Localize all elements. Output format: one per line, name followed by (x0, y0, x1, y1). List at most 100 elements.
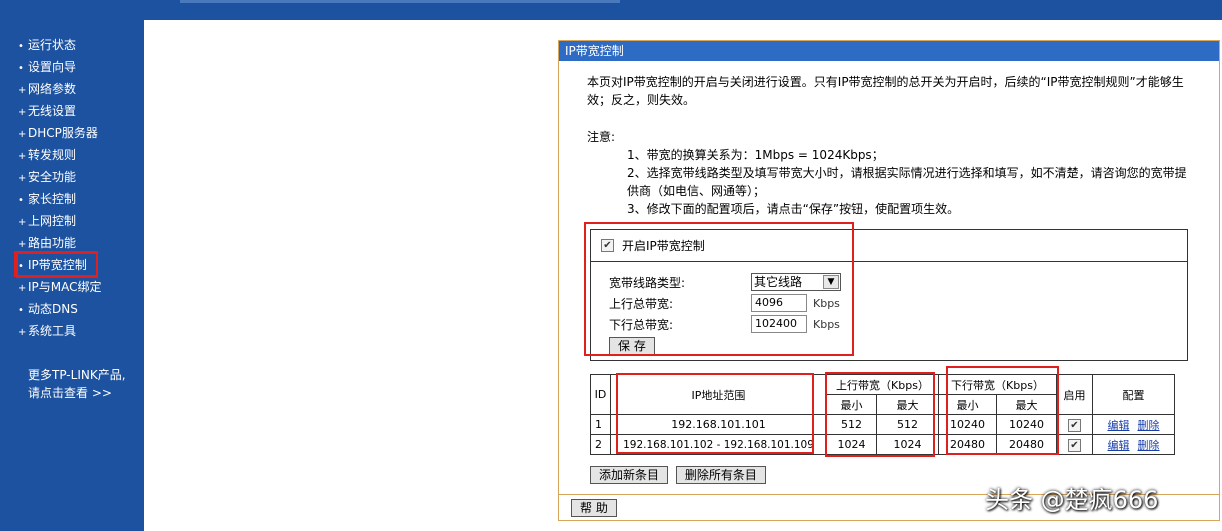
table-row: 2 192.168.101.102 - 192.168.101.109 1024… (590, 434, 1175, 455)
sidebar-item-label: 家长控制 (28, 192, 77, 206)
sidebar-item-forwarding[interactable]: + 转发规则 (18, 144, 102, 166)
up-bandwidth-label: 上行总带宽: (609, 296, 674, 311)
delete-link[interactable]: 删除 (1138, 419, 1160, 432)
expand-icon: + (18, 239, 27, 250)
sidebar-item-system[interactable]: + 系统工具 (18, 320, 102, 342)
up-bandwidth-input[interactable]: 4096 (751, 294, 807, 312)
col-up-min: 最小 (826, 394, 877, 415)
sidebar-item-access[interactable]: + 上网控制 (18, 210, 102, 232)
down-bandwidth-input[interactable]: 102400 (751, 315, 807, 333)
bullet-icon: • (18, 63, 24, 74)
bandwidth-config-box: ✔ 开启IP带宽控制 宽带线路类型: 其它线路 ▼ 上行总带宽: 4096 Kb… (590, 229, 1188, 361)
ip-bandwidth-panel: IP带宽控制 本页对IP带宽控制的开启与关闭进行设置。只有IP带宽控制的总开关为… (558, 40, 1220, 521)
sidebar-item-wizard[interactable]: • 设置向导 (18, 56, 102, 78)
row-enable: ✔ (1056, 434, 1093, 455)
save-row: 保 存 (609, 336, 655, 356)
more-products-line2: 请点击查看 >> (28, 386, 112, 400)
sidebar-item-label: IP带宽控制 (28, 258, 87, 272)
note-item: 2、选择宽带线路类型及填写带宽大小时，请根据实际情况进行选择和填写，如不清楚，请… (627, 166, 1187, 198)
row-up-min: 512 (826, 414, 877, 435)
sidebar-item-label: DHCP服务器 (28, 126, 98, 140)
help-row: 帮 助 (571, 499, 617, 517)
save-button[interactable]: 保 存 (609, 337, 655, 355)
sidebar-item-network[interactable]: + 网络参数 (18, 78, 102, 100)
row-up-max: 512 (876, 414, 939, 435)
col-config-header: 配置 (1092, 374, 1175, 415)
row-enable-checkbox[interactable]: ✔ (1068, 438, 1081, 452)
sidebar-item-label: 系统工具 (28, 324, 77, 338)
bullet-icon: • (18, 305, 24, 316)
row-id: 1 (590, 414, 611, 435)
intro-text: 本页对IP带宽控制的开启与关闭进行设置。只有IP带宽控制的总开关为开启时，后续的… (587, 75, 1184, 107)
content-corner (144, 20, 184, 60)
expand-icon: + (18, 327, 27, 338)
down-bandwidth-label: 下行总带宽: (609, 317, 674, 332)
line-type-select[interactable]: 其它线路 ▼ (751, 273, 841, 291)
note-item: 1、带宽的换算关系为：1Mbps = 1024Kbps； (627, 148, 884, 162)
sidebar-item-label: 无线设置 (28, 104, 77, 118)
col-range-header: IP地址范围 (610, 374, 827, 415)
row-id: 2 (590, 434, 611, 455)
note-item: 3、修改下面的配置项后，请点击“保存”按钮，使配置项生效。 (627, 202, 960, 216)
expand-icon: + (18, 283, 27, 294)
sidebar-item-label: IP与MAC绑定 (28, 280, 102, 294)
bullet-icon: • (18, 195, 24, 206)
sidebar-item-ip-mac[interactable]: + IP与MAC绑定 (18, 276, 102, 298)
sidebar-item-parental[interactable]: • 家长控制 (18, 188, 102, 210)
edit-link[interactable]: 编辑 (1108, 419, 1130, 432)
line-type-row: 宽带线路类型: 其它线路 ▼ (609, 272, 841, 292)
expand-icon: + (18, 107, 27, 118)
row-down-min: 20480 (938, 434, 997, 455)
sidebar-item-label: 转发规则 (28, 148, 77, 162)
sidebar-item-routing[interactable]: + 路由功能 (18, 232, 102, 254)
sidebar-item-label: 设置向导 (28, 60, 77, 74)
enable-checkbox[interactable]: ✔ (601, 239, 614, 252)
sidebar-menu: • 运行状态 • 设置向导 + 网络参数 + 无线设置 + DHCP服务器 + 转发规则 +… (16, 34, 102, 342)
sidebar-item-label: 路由功能 (28, 236, 77, 250)
chevron-down-icon: ▼ (823, 275, 839, 289)
edit-link[interactable]: 编辑 (1108, 439, 1130, 452)
sidebar-item-dhcp[interactable]: + DHCP服务器 (18, 122, 102, 144)
delete-link[interactable]: 删除 (1138, 439, 1160, 452)
table-header-row: ID IP地址范围 上行带宽（Kbps） 下行带宽（Kbps） 启用 配置 (590, 374, 1175, 415)
col-enable-header: 启用 (1056, 374, 1093, 415)
sidebar-item-ddns[interactable]: • 动态DNS (18, 298, 102, 320)
sidebar-item-label: 网络参数 (28, 82, 77, 96)
col-up-max: 最大 (876, 394, 939, 415)
help-button[interactable]: 帮 助 (571, 499, 617, 517)
expand-icon: + (18, 85, 27, 96)
sidebar-item-security[interactable]: + 安全功能 (18, 166, 102, 188)
rules-table: ID IP地址范围 上行带宽（Kbps） 下行带宽（Kbps） 启用 配置 最小… (590, 374, 1175, 455)
row-ip-range: 192.168.101.102 - 192.168.101.109 (610, 434, 827, 455)
sidebar-item-label: 上网控制 (28, 214, 77, 228)
row-ip-range: 192.168.101.101 (610, 414, 827, 435)
down-bandwidth-row: 下行总带宽: 102400 Kbps (609, 314, 840, 334)
row-enable-checkbox[interactable]: ✔ (1068, 418, 1081, 432)
up-bandwidth-row: 上行总带宽: 4096 Kbps (609, 293, 840, 313)
bullet-icon: • (18, 261, 24, 272)
sidebar-item-label: 运行状态 (28, 38, 77, 52)
bullet-icon: • (18, 41, 24, 52)
more-products-line1: 更多TP-LINK产品, (28, 368, 126, 382)
col-down-min: 最小 (938, 394, 997, 415)
watermark-text: 头条 @楚疯666 (985, 486, 1159, 514)
more-products-link[interactable]: 更多TP-LINK产品, 请点击查看 >> (28, 366, 126, 402)
note-title: 注意: (587, 130, 616, 144)
row-actions: 编辑 删除 (1092, 434, 1175, 455)
row-actions: 编辑 删除 (1092, 414, 1175, 435)
delete-all-button[interactable]: 删除所有条目 (675, 466, 766, 484)
panel-title: IP带宽控制 (559, 41, 1219, 61)
row-down-max: 10240 (996, 414, 1057, 435)
line-type-label: 宽带线路类型: (609, 275, 686, 290)
line-type-value: 其它线路 (754, 275, 803, 289)
table-row: 1 192.168.101.101 512 512 10240 10240 ✔ … (590, 414, 1175, 435)
row-up-max: 1024 (876, 434, 939, 455)
row-down-max: 20480 (996, 434, 1057, 455)
sidebar-item-label: 动态DNS (28, 302, 78, 316)
expand-icon: + (18, 217, 27, 228)
sidebar-item-status[interactable]: • 运行状态 (18, 34, 102, 56)
table-actions: 添加新条目 删除所有条目 (590, 466, 766, 484)
sidebar-item-wireless[interactable]: + 无线设置 (18, 100, 102, 122)
add-entry-button[interactable]: 添加新条目 (590, 466, 669, 484)
sidebar-item-ip-bandwidth[interactable]: • IP带宽控制 (16, 252, 98, 278)
